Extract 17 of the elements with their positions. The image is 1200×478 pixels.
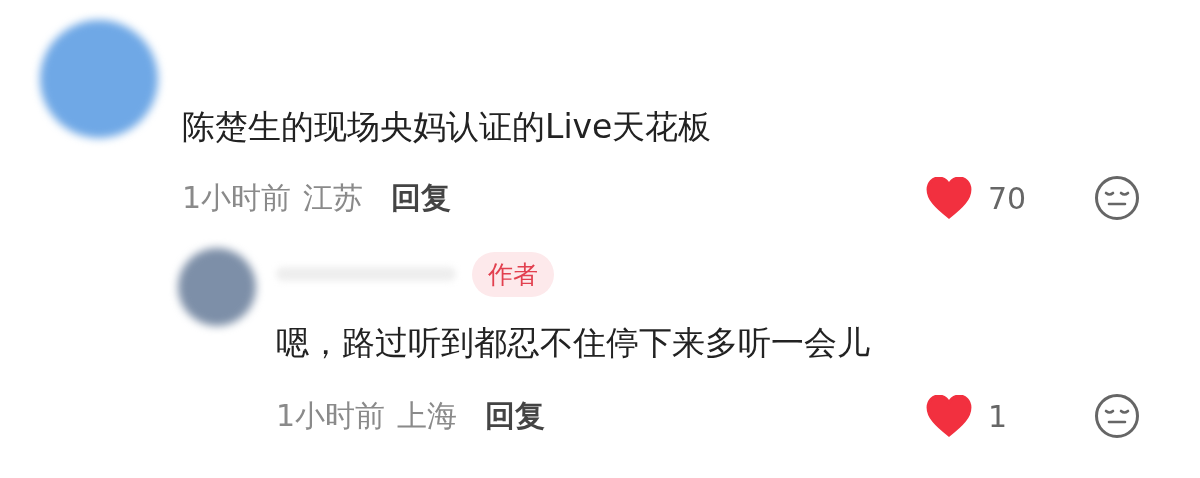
neutral-face-icon[interactable] — [1094, 393, 1140, 439]
avatar[interactable] — [178, 248, 256, 326]
heart-icon[interactable] — [926, 177, 972, 219]
comment-location: 上海 — [397, 396, 458, 435]
comment-text: 嗯，路过听到都忍不住停下来多听一会儿 — [276, 322, 871, 364]
like-count: 1 — [988, 398, 1009, 434]
author-badge: 作者 — [472, 251, 554, 297]
heart-icon[interactable] — [926, 395, 972, 437]
avatar[interactable] — [40, 20, 158, 138]
comment-time: 1小时前 — [182, 178, 292, 217]
reply-link[interactable]: 回复 — [391, 177, 452, 219]
comment-text: 陈楚生的现场央妈认证的Live天花板 — [182, 106, 713, 148]
comment-location: 江苏 — [303, 178, 364, 217]
neutral-face-icon[interactable] — [1094, 175, 1140, 221]
reply-link[interactable]: 回复 — [485, 395, 546, 437]
comment-time: 1小时前 — [276, 396, 386, 435]
like-count: 70 — [988, 180, 1028, 216]
